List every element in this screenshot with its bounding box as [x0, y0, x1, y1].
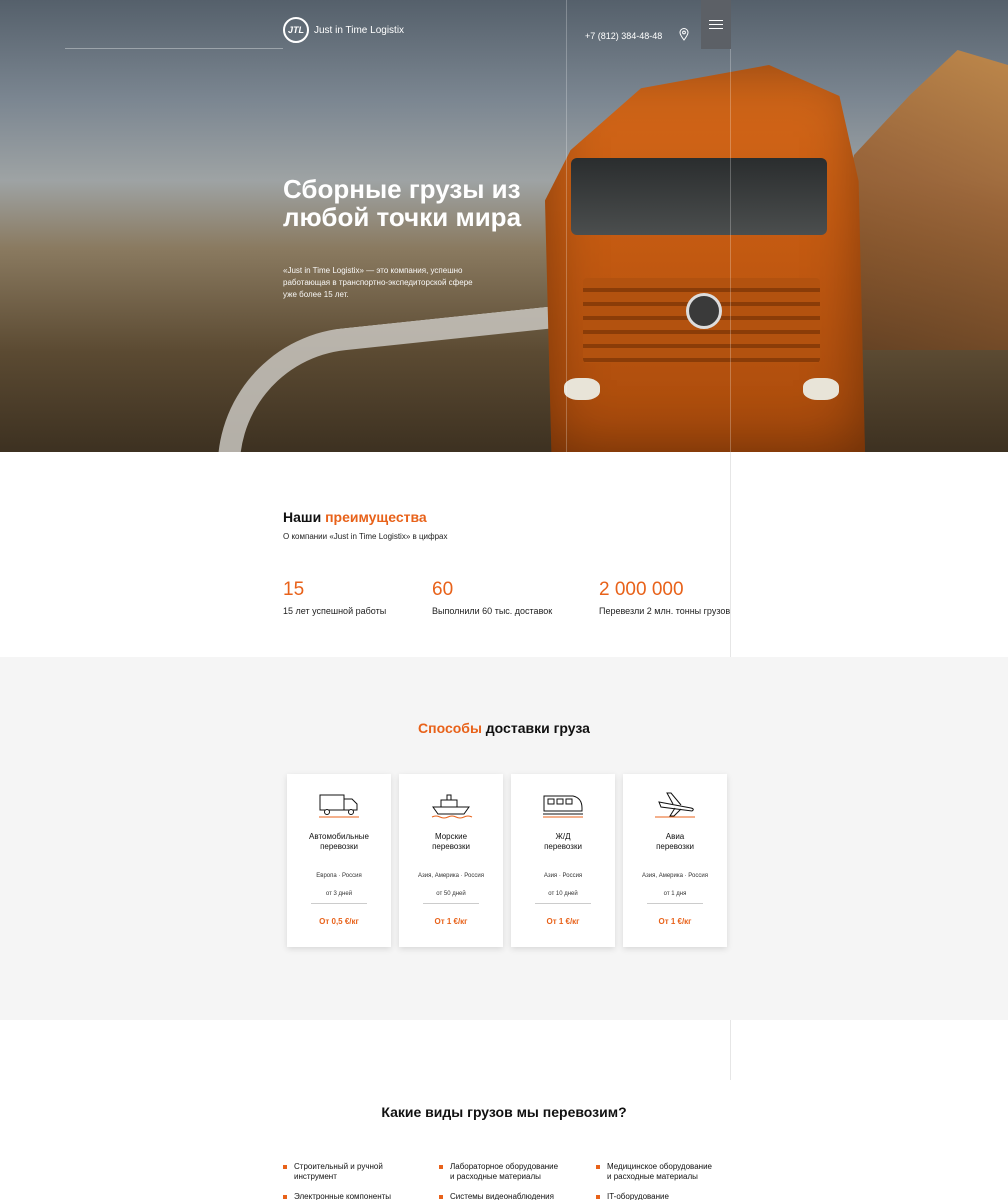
delivery-title-plain: доставки груза [481, 720, 590, 736]
map-pin-icon[interactable] [679, 28, 689, 41]
delivery-card-name-line1: Ж/Д [555, 832, 571, 841]
delivery-card-name-line1: Морские [434, 832, 468, 841]
guide-line [730, 0, 731, 452]
delivery-card-time: от 50 дней [436, 891, 466, 897]
plane-icon [655, 792, 695, 818]
phone-link[interactable]: +7 (812) 384-48-48 [585, 31, 662, 41]
advantages-subtitle: О компании «Just in Time Logistix» в циф… [283, 532, 448, 541]
guide-line [730, 452, 731, 657]
delivery-card-air[interactable]: Авиа перевозки Азия, Америка · Россия от… [623, 774, 727, 947]
delivery-card-sea[interactable]: Морские перевозки Азия, Америка · Россия… [399, 774, 503, 947]
stat-label: Выполнили 60 тыс. доставок [432, 606, 553, 616]
cargo-item-line2: инструмент [294, 1172, 337, 1181]
delivery-card-regions: Азия, Америка · Россия [418, 873, 484, 879]
hero-subtitle: «Just in Time Logistix» — это компания, … [283, 266, 473, 299]
bullet-icon [439, 1195, 443, 1199]
hero-section: JTL Just in Time Logistix +7 (812) 384-4… [0, 0, 1008, 452]
cargo-list-item: Электронные компоненты [283, 1192, 391, 1200]
divider [647, 903, 703, 904]
stat-value: 60 [432, 579, 454, 600]
divider [535, 903, 591, 904]
hamburger-menu-button[interactable] [701, 0, 731, 49]
brand-name: Just in Time Logistix [314, 24, 405, 36]
stat-tonnage: 2 000 000 Перевезли 2 млн. тонны грузов [599, 579, 730, 616]
brand-logo-icon: JTL [283, 17, 309, 43]
cargo-item-line1: Лабораторное оборудование [450, 1162, 559, 1171]
cargo-list-item: Строительный и ручной инструмент [283, 1162, 383, 1182]
delivery-card-name-line2: перевозки [432, 842, 470, 851]
delivery-card-regions: Азия · Россия [543, 873, 583, 879]
stat-value: 15 [283, 579, 305, 600]
delivery-card-name: Авиа перевозки [623, 832, 727, 852]
delivery-card-price: От 0,5 €/кг [319, 917, 359, 926]
cargo-list-item: Медицинское оборудование и расходные мате… [596, 1162, 712, 1182]
header-divider [65, 48, 283, 49]
delivery-card-name-line2: перевозки [656, 842, 694, 851]
delivery-card-name-line1: Автомобильные [309, 832, 369, 841]
hero-title: Сборные грузы из любой точки мира [283, 174, 522, 232]
advantages-title-plain: Наши [283, 509, 326, 525]
cargo-item-line1: Строительный и ручной [294, 1162, 383, 1171]
truck-headlight-left [564, 378, 601, 401]
cargo-item-line1: Системы видеонаблюдения [450, 1192, 554, 1200]
delivery-card-name: Автомобильные перевозки [287, 832, 391, 852]
truck-icon [319, 794, 359, 818]
delivery-card-price: От 1 €/кг [546, 917, 580, 926]
bullet-icon [439, 1165, 443, 1169]
cargo-title: Какие виды грузов мы перевозим? [381, 1104, 627, 1120]
truck-windshield [570, 157, 827, 236]
delivery-card-auto[interactable]: Автомобильные перевозки Европа · Россия … [287, 774, 391, 947]
hamburger-menu-icon [709, 20, 723, 21]
delivery-title: Способы доставки груза [0, 720, 1008, 736]
cargo-item-line2: и расходные материалы [607, 1172, 698, 1181]
stat-label: 15 лет успешной работы [283, 606, 387, 616]
stat-deliveries: 60 Выполнили 60 тыс. доставок [432, 579, 552, 616]
truck-headlight-right [803, 378, 840, 401]
ship-icon [431, 794, 473, 819]
delivery-card-name-line1: Авиа [665, 832, 685, 841]
brand-logo-link[interactable]: JTL Just in Time Logistix [283, 17, 404, 43]
delivery-card-time: от 10 дней [548, 891, 578, 897]
advantages-title-accent: преимущества [325, 509, 427, 525]
cargo-types-section: Какие виды грузов мы перевозим? Строител… [0, 1020, 1008, 1200]
delivery-card-time: от 1 дня [663, 891, 687, 897]
train-icon [543, 795, 583, 818]
bullet-icon [283, 1165, 287, 1169]
truck-emblem [685, 293, 722, 330]
stat-years: 15 15 лет успешной работы [283, 579, 386, 616]
stat-value: 2 000 000 [599, 579, 684, 600]
delivery-card-price: От 1 €/кг [434, 917, 468, 926]
delivery-card-time: от 3 дней [325, 891, 353, 897]
stat-label: Перевезли 2 млн. тонны грузов [599, 606, 731, 616]
cargo-item-line1: Медицинское оборудование [607, 1162, 712, 1171]
delivery-card-name: Морские перевозки [399, 832, 503, 852]
bullet-icon [283, 1195, 287, 1199]
advantages-title: Наши преимущества [283, 509, 427, 525]
cargo-list-item: Системы видеонаблюдения [439, 1192, 554, 1200]
cargo-item-line1: IT-оборудование [607, 1192, 669, 1200]
delivery-card-name: Ж/Д перевозки [511, 832, 615, 852]
cargo-list-item: IT-оборудование [596, 1192, 669, 1200]
divider [423, 903, 479, 904]
delivery-card-price: От 1 €/кг [658, 917, 692, 926]
cargo-item-line2: и расходные материалы [450, 1172, 541, 1181]
delivery-card-regions: Азия, Америка · Россия [642, 873, 708, 879]
cargo-item-line1: Электронные компоненты [294, 1192, 392, 1200]
delivery-card-name-line2: перевозки [320, 842, 358, 851]
guide-line [566, 0, 567, 452]
divider [311, 903, 367, 904]
delivery-title-accent: Способы [418, 720, 482, 736]
advantages-section: Наши преимущества О компании «Just in Ti… [0, 452, 1008, 657]
delivery-card-rail[interactable]: Ж/Д перевозки Азия · Россия от 10 дней О… [511, 774, 615, 947]
delivery-methods-section: Способы доставки груза Автомобильные пер… [0, 657, 1008, 1020]
cargo-list-item: Лабораторное оборудование и расходные мат… [439, 1162, 558, 1182]
bullet-icon [596, 1165, 600, 1169]
guide-line [730, 1020, 731, 1080]
hero-truck-image [545, 65, 865, 452]
delivery-card-regions: Европа · Россия [316, 873, 362, 879]
bullet-icon [596, 1195, 600, 1199]
delivery-card-name-line2: перевозки [544, 842, 582, 851]
